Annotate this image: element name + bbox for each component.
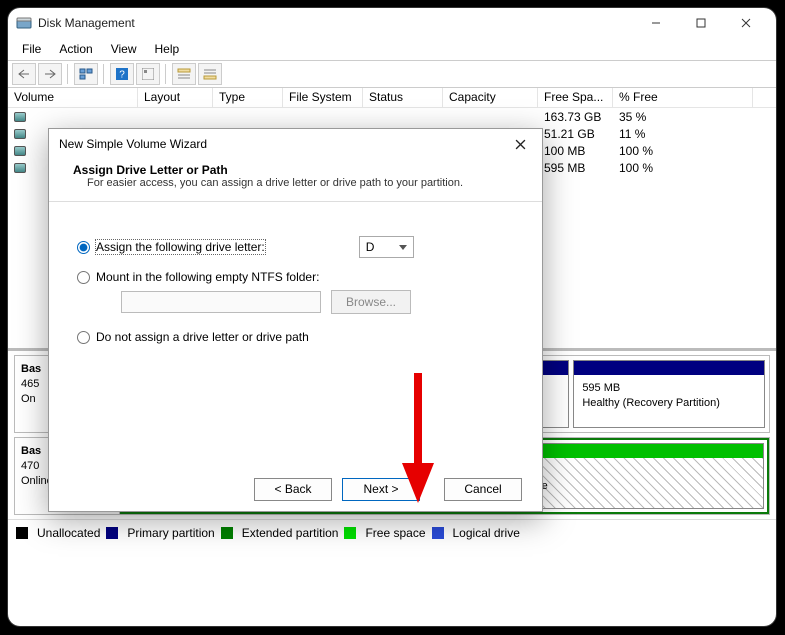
partition-size: 595 MB <box>582 382 620 394</box>
col-freespace[interactable]: Free Spa... <box>538 88 613 107</box>
dialog-body: Assign the following drive letter: D Mou… <box>49 202 542 378</box>
dialog-heading: Assign Drive Letter or Path <box>73 163 518 177</box>
minimize-button[interactable] <box>633 10 678 36</box>
close-button[interactable] <box>723 10 768 36</box>
view-icon[interactable] <box>74 63 98 85</box>
cell-free: 595 MB <box>538 161 613 175</box>
volume-icon <box>14 146 26 156</box>
swatch-free <box>344 527 356 539</box>
window-frame: Disk Management File Action View Help ? … <box>8 8 776 626</box>
col-type[interactable]: Type <box>213 88 283 107</box>
list-top-icon[interactable] <box>172 63 196 85</box>
volume-icon <box>14 163 26 173</box>
cancel-button[interactable]: Cancel <box>444 478 522 501</box>
col-volume[interactable]: Volume <box>8 88 138 107</box>
menu-file[interactable]: File <box>14 40 49 58</box>
toolbar: ? <box>8 60 776 88</box>
disk-label: Bas <box>21 445 41 457</box>
swatch-primary <box>106 527 118 539</box>
forward-icon[interactable] <box>38 63 62 85</box>
browse-button: Browse... <box>331 290 411 314</box>
list-bottom-icon[interactable] <box>198 63 222 85</box>
next-button[interactable]: Next > <box>342 478 420 501</box>
legend-unallocated: Unallocated <box>37 526 100 540</box>
partition-recovery[interactable]: 595 MB Healthy (Recovery Partition) <box>573 360 765 428</box>
cell-pct: 35 % <box>613 110 753 124</box>
label-no-letter[interactable]: Do not assign a drive letter or drive pa… <box>96 330 309 344</box>
label-mount-folder[interactable]: Mount in the following empty NTFS folder… <box>96 270 319 284</box>
svg-text:?: ? <box>119 70 125 81</box>
cell-pct: 100 % <box>613 161 753 175</box>
menu-help[interactable]: Help <box>147 40 188 58</box>
cell-pct: 11 % <box>613 127 753 141</box>
radio-no-letter[interactable] <box>77 331 90 344</box>
dialog-subheading: For easier access, you can assign a driv… <box>73 177 518 189</box>
menu-bar: File Action View Help <box>8 38 776 60</box>
disk-label: Bas <box>21 363 41 375</box>
label-assign-letter[interactable]: Assign the following drive letter: <box>96 240 265 254</box>
dialog-close-button[interactable] <box>508 132 532 156</box>
menu-view[interactable]: View <box>103 40 145 58</box>
swatch-logical <box>432 527 444 539</box>
cell-free: 51.21 GB <box>538 127 613 141</box>
table-row[interactable]: 163.73 GB 35 % <box>8 108 776 125</box>
title-bar: Disk Management <box>8 8 776 38</box>
window-title: Disk Management <box>38 16 135 30</box>
cell-pct: 100 % <box>613 144 753 158</box>
legend-extended: Extended partition <box>242 526 339 540</box>
col-filesystem[interactable]: File System <box>283 88 363 107</box>
dialog-title: New Simple Volume Wizard <box>59 137 207 151</box>
legend-primary: Primary partition <box>127 526 214 540</box>
disk-status: On <box>21 393 36 405</box>
ntfs-folder-input <box>121 291 321 313</box>
refresh-icon[interactable] <box>136 63 160 85</box>
dialog-header: Assign Drive Letter or Path For easier a… <box>49 159 542 202</box>
help-icon[interactable]: ? <box>110 63 134 85</box>
back-icon[interactable] <box>12 63 36 85</box>
back-button[interactable]: < Back <box>254 478 332 501</box>
partition-status: Healthy (Recovery Partition) <box>582 397 720 409</box>
menu-action[interactable]: Action <box>51 40 100 58</box>
radio-assign-letter[interactable] <box>77 241 90 254</box>
swatch-extended <box>221 527 233 539</box>
col-pctfree[interactable]: % Free <box>613 88 753 107</box>
legend-free: Free space <box>365 526 425 540</box>
col-capacity[interactable]: Capacity <box>443 88 538 107</box>
radio-mount-folder[interactable] <box>77 271 90 284</box>
cell-free: 163.73 GB <box>538 110 613 124</box>
chevron-down-icon <box>399 245 407 250</box>
cell-free: 100 MB <box>538 144 613 158</box>
drive-letter-select[interactable]: D <box>359 236 414 258</box>
disk-capacity: 470 <box>21 460 39 472</box>
volume-columns: Volume Layout Type File System Status Ca… <box>8 88 776 108</box>
maximize-button[interactable] <box>678 10 723 36</box>
legend-logical: Logical drive <box>453 526 520 540</box>
col-status[interactable]: Status <box>363 88 443 107</box>
new-volume-wizard-dialog: New Simple Volume Wizard Assign Drive Le… <box>48 128 543 512</box>
swatch-unallocated <box>16 527 28 539</box>
disk-capacity: 465 <box>21 378 39 390</box>
volume-icon <box>14 112 26 122</box>
col-layout[interactable]: Layout <box>138 88 213 107</box>
dialog-titlebar: New Simple Volume Wizard <box>49 129 542 159</box>
dialog-footer: < Back Next > Cancel <box>49 467 542 511</box>
drive-letter-value: D <box>366 240 375 254</box>
volume-icon <box>14 129 26 139</box>
legend: Unallocated Primary partition Extended p… <box>8 519 776 546</box>
app-icon <box>16 15 32 31</box>
